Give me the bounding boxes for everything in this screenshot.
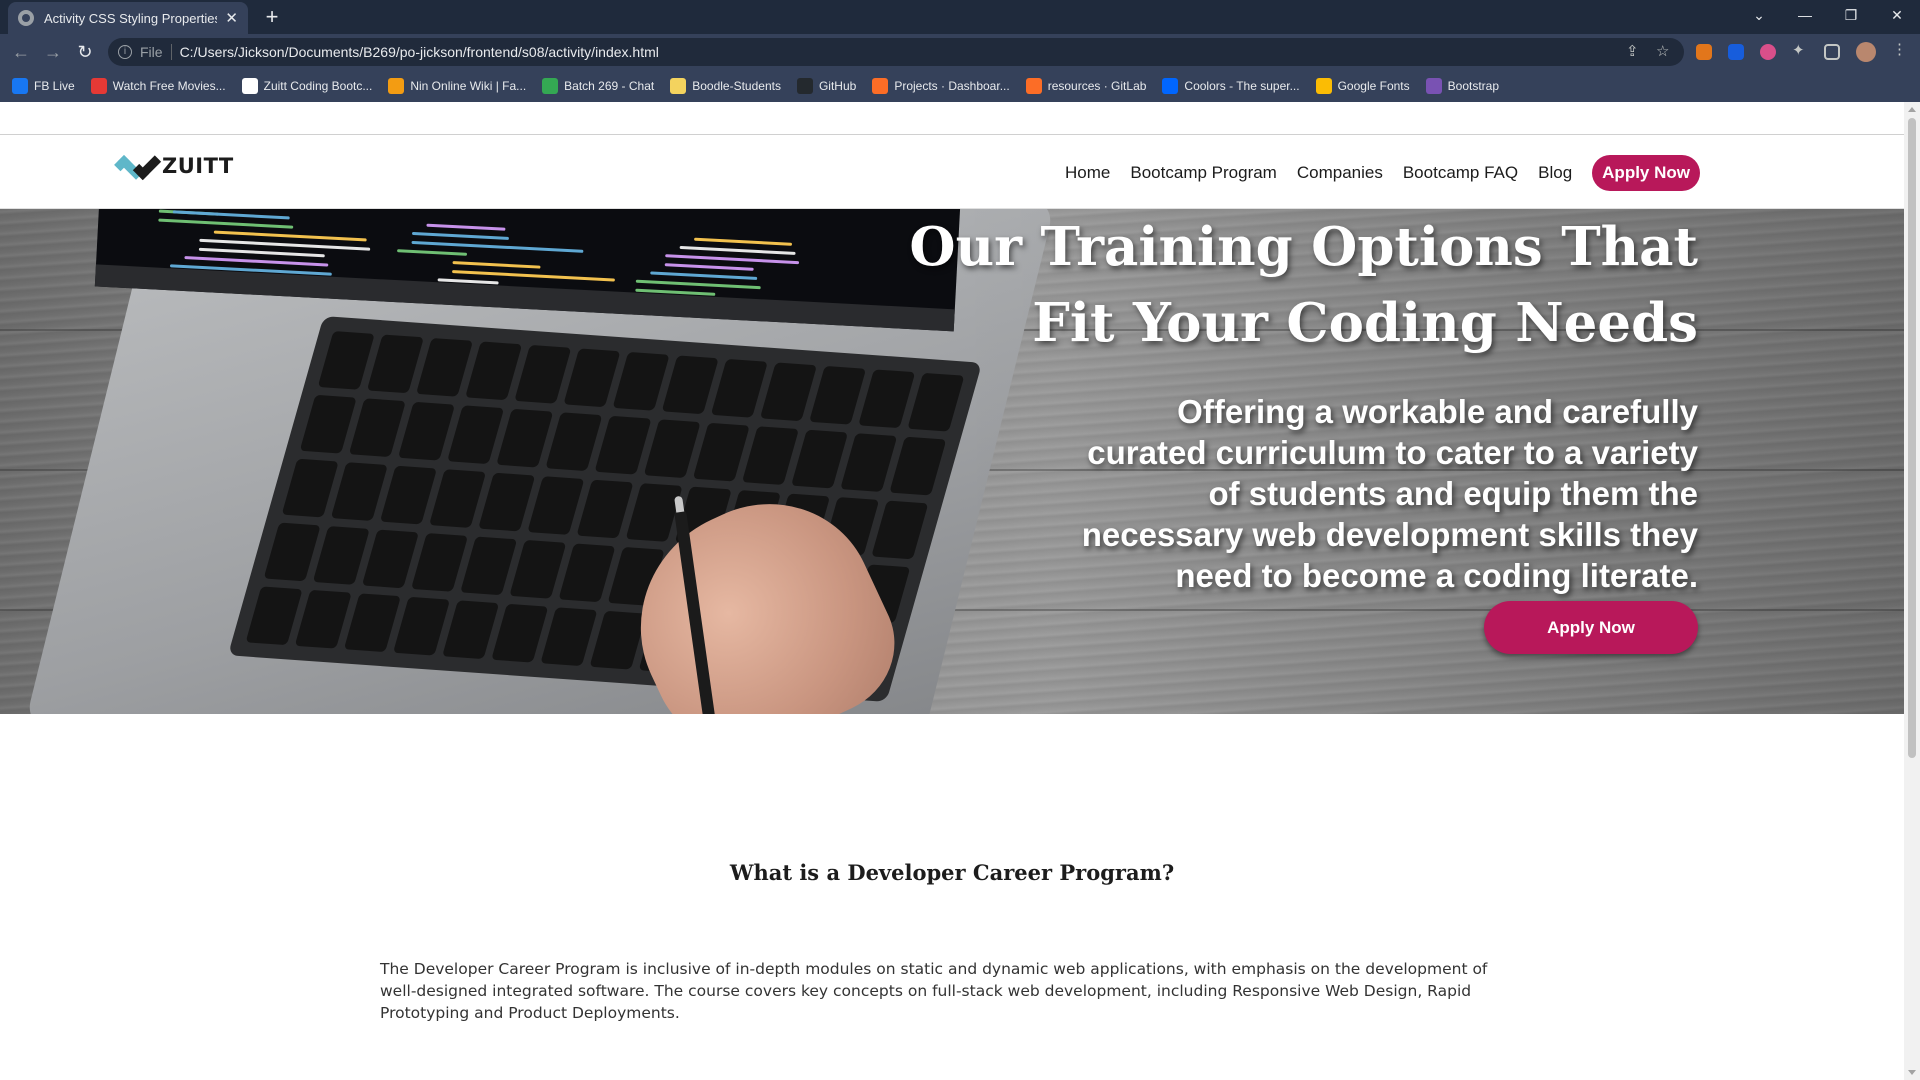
url-text[interactable]: C:/Users/Jickson/Documents/B269/po-jicks… bbox=[180, 44, 659, 60]
profile-avatar[interactable] bbox=[1856, 42, 1876, 62]
hero-subtitle: Offering a workable and carefully curate… bbox=[1081, 393, 1698, 594]
bookmark-label: Bootstrap bbox=[1447, 79, 1500, 93]
bookmarks-bar: FB Live Watch Free Movies... Zuitt Coding … bbox=[0, 70, 1920, 102]
bookmark-item[interactable]: Google Fonts bbox=[1315, 78, 1410, 94]
wiki-icon bbox=[388, 78, 405, 94]
bookmark-star-icon[interactable]: ☆ bbox=[1656, 42, 1669, 60]
close-tab-icon[interactable]: ✕ bbox=[225, 9, 238, 27]
forward-button[interactable]: → bbox=[40, 40, 66, 64]
bookmark-label: FB Live bbox=[34, 79, 75, 93]
nav-link-blog[interactable]: Blog bbox=[1538, 163, 1572, 183]
nav-link-home[interactable]: Home bbox=[1065, 163, 1110, 183]
bookmark-item[interactable]: GitHub bbox=[796, 78, 857, 94]
puzzle-extensions-icon[interactable]: ✦ bbox=[1792, 41, 1805, 59]
hero-title: Our Training Options That Fit Your Codin… bbox=[898, 209, 1698, 361]
page-viewport: ZUITT Home Bootcamp Program Companies Bo… bbox=[0, 102, 1904, 1080]
gitlab-icon bbox=[872, 78, 889, 94]
new-tab-button[interactable]: + bbox=[258, 4, 286, 30]
bookmark-label: Coolors - The super... bbox=[1184, 79, 1300, 93]
github-icon bbox=[796, 78, 813, 94]
metamask-extension-icon[interactable] bbox=[1696, 44, 1712, 60]
bookmark-item[interactable]: Batch 269 - Chat bbox=[542, 78, 654, 94]
nav-link-bootcamp-program[interactable]: Bootcamp Program bbox=[1130, 163, 1276, 183]
bookmark-label: Zuitt Coding Bootc... bbox=[263, 79, 373, 93]
scrollbar-thumb[interactable] bbox=[1908, 118, 1916, 758]
browser-tab-strip: Activity CSS Styling Properties an ✕ + ⌄… bbox=[0, 0, 1920, 34]
bookmark-label: Projects · Dashboar... bbox=[894, 79, 1010, 93]
zuitt-logo-mark-icon bbox=[112, 149, 162, 184]
coolors-icon bbox=[1162, 78, 1179, 94]
share-icon[interactable]: ⇪ bbox=[1626, 42, 1639, 60]
restore-button[interactable]: ❐ bbox=[1828, 0, 1874, 30]
section-title: What is a Developer Career Program? bbox=[729, 860, 1175, 885]
reload-button[interactable]: ↻ bbox=[72, 40, 98, 64]
zuitt-logo[interactable]: ZUITT bbox=[112, 149, 234, 184]
bookmark-label: Google Fonts bbox=[1337, 79, 1410, 93]
play-icon bbox=[90, 78, 107, 94]
info-icon[interactable]: i bbox=[118, 45, 132, 59]
bootstrap-icon bbox=[1425, 78, 1442, 94]
tab-title: Activity CSS Styling Properties an bbox=[44, 10, 218, 26]
chat-icon bbox=[542, 78, 559, 94]
globe-icon bbox=[18, 10, 34, 26]
section-body: The Developer Career Program is inclusiv… bbox=[380, 960, 1488, 1022]
nav-apply-now-button[interactable]: Apply Now bbox=[1592, 155, 1700, 191]
bookmark-item[interactable]: FB Live bbox=[12, 78, 75, 94]
bookmark-label: Batch 269 - Chat bbox=[564, 79, 655, 93]
bookmark-label: Nin Online Wiki | Fa... bbox=[410, 79, 527, 93]
folder-icon bbox=[670, 78, 687, 94]
bookmark-label: resources · GitLab bbox=[1047, 79, 1147, 93]
bookmark-item[interactable]: Coolors - The super... bbox=[1162, 78, 1300, 94]
bookmark-item[interactable]: Watch Free Movies... bbox=[90, 78, 226, 94]
google-fonts-icon bbox=[1315, 78, 1332, 94]
hero-banner: Our Training Options That Fit Your Codin… bbox=[0, 209, 1904, 714]
kebab-menu-icon[interactable]: ⋮ bbox=[1892, 40, 1907, 58]
zuitt-icon bbox=[241, 78, 258, 94]
close-window-button[interactable]: ✕ bbox=[1874, 0, 1920, 30]
bookmark-label: Watch Free Movies... bbox=[112, 79, 226, 93]
address-bar[interactable]: i File C:/Users/Jickson/Documents/B269/p… bbox=[108, 38, 1684, 66]
bookmark-item[interactable]: Boodle-Students bbox=[670, 78, 781, 94]
gitlab-icon bbox=[1025, 78, 1042, 94]
bookmark-item[interactable]: Nin Online Wiki | Fa... bbox=[388, 78, 526, 94]
bookmark-label: Boodle-Students bbox=[692, 79, 781, 93]
url-scheme: File bbox=[140, 44, 172, 60]
hero-title-line-1: Our Training Options That bbox=[909, 216, 1698, 278]
hero-apply-now-button[interactable]: Apply Now bbox=[1484, 601, 1698, 654]
site-navbar: ZUITT Home Bootcamp Program Companies Bo… bbox=[0, 135, 1904, 209]
browser-toolbar: ← → ↻ i File C:/Users/Jickson/Documents/… bbox=[0, 34, 1920, 70]
bookmark-item[interactable]: Bootstrap bbox=[1425, 78, 1500, 94]
extension-icon[interactable] bbox=[1760, 44, 1776, 60]
minimize-button[interactable]: — bbox=[1782, 0, 1828, 30]
bookmark-label: GitHub bbox=[818, 79, 857, 93]
page-scrollbar[interactable] bbox=[1904, 102, 1920, 1080]
logo-text: ZUITT bbox=[162, 154, 234, 178]
tab-search-chevron-icon[interactable]: ⌄ bbox=[1736, 0, 1782, 30]
browser-tab-active[interactable]: Activity CSS Styling Properties an ✕ bbox=[8, 2, 248, 34]
bookmark-item[interactable]: Zuitt Coding Bootc... bbox=[241, 78, 373, 94]
scroll-down-arrow-icon[interactable] bbox=[1908, 1070, 1916, 1075]
nav-link-companies[interactable]: Companies bbox=[1297, 163, 1383, 183]
side-panel-icon[interactable] bbox=[1824, 44, 1840, 60]
back-button[interactable]: ← bbox=[8, 40, 34, 64]
facebook-icon bbox=[12, 78, 28, 94]
nav-menu: Home Bootcamp Program Companies Bootcamp… bbox=[1045, 155, 1700, 191]
bookmark-item[interactable]: resources · GitLab bbox=[1025, 78, 1147, 94]
scroll-up-arrow-icon[interactable] bbox=[1908, 107, 1916, 112]
bitwarden-extension-icon[interactable] bbox=[1728, 44, 1744, 60]
nav-link-bootcamp-faq[interactable]: Bootcamp FAQ bbox=[1403, 163, 1518, 183]
bookmark-item[interactable]: Projects · Dashboar... bbox=[872, 78, 1010, 94]
hero-title-line-2: Fit Your Coding Needs bbox=[1032, 292, 1698, 354]
